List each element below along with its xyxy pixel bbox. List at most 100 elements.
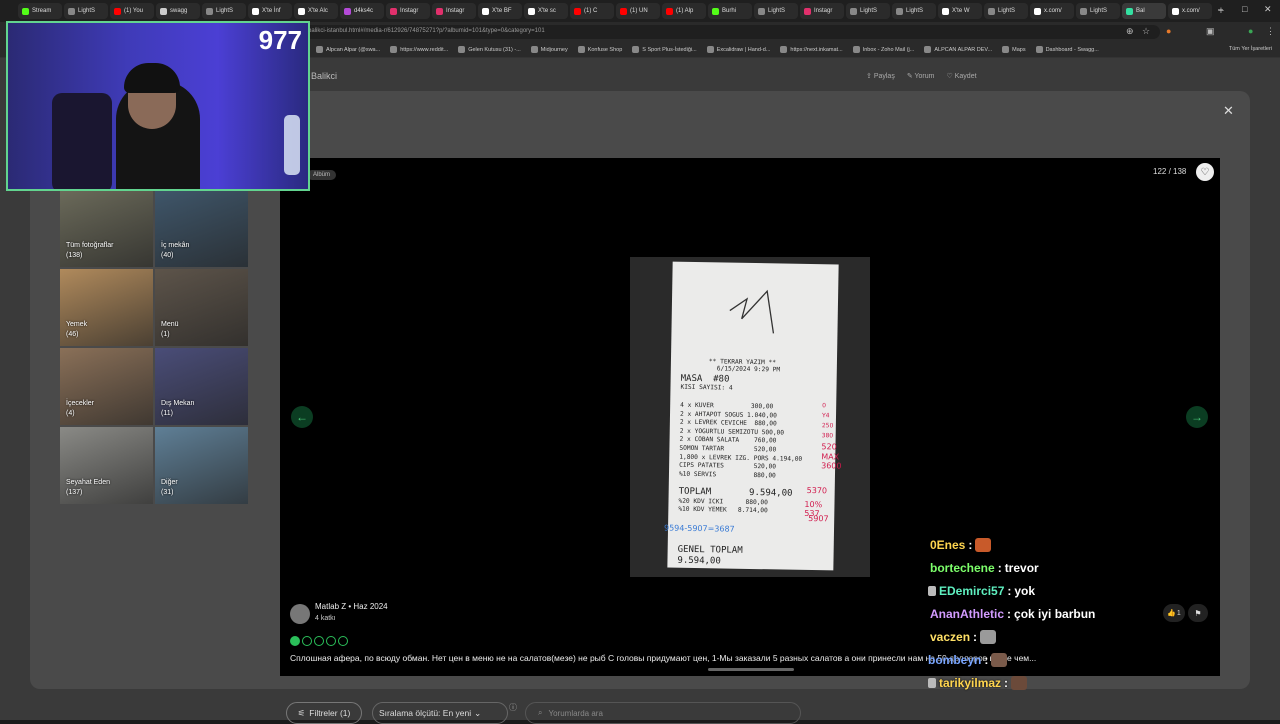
tab-label: Instagr	[400, 8, 419, 14]
tab-strip: Stream LightS (1) You swagg LightS X'te İnf X'…	[0, 0, 1280, 22]
browser-tab[interactable]: x.com/	[1168, 3, 1212, 19]
chat-emote-icon	[975, 538, 992, 552]
album-count: (4)	[66, 410, 75, 417]
tab-favicon-icon	[850, 7, 857, 15]
browser-tab[interactable]: X'te BF	[478, 3, 522, 19]
browser-tab[interactable]: LightS	[64, 3, 108, 19]
browser-tab[interactable]: x.com/	[1030, 3, 1074, 19]
bookmark-item[interactable]: https://www.reddit...	[390, 46, 448, 53]
extensions-puzzle-icon[interactable]: ▣	[1206, 26, 1215, 37]
bookmark-item[interactable]: S Sport Plus-İstediği...	[632, 46, 697, 53]
browser-tab[interactable]: X'te W	[938, 3, 982, 19]
album-count: (31)	[161, 489, 174, 496]
close-window-icon[interactable]: ✕	[1264, 4, 1272, 15]
browser-tab[interactable]: Stream	[18, 3, 62, 19]
bookmark-item[interactable]: Maps	[1002, 46, 1026, 53]
bookmark-item[interactable]: Excalidraw | Hand-d...	[706, 46, 771, 53]
chat-separator: :	[997, 561, 1002, 575]
avatar[interactable]	[290, 604, 310, 624]
browser-tab[interactable]: X'te Alc	[294, 3, 338, 19]
browser-tab[interactable]: LightS	[892, 3, 936, 19]
browser-tab[interactable]: Instagr	[386, 3, 430, 19]
chat-text: çok iyi barbun	[1014, 607, 1096, 621]
tab-label: X'te W	[952, 8, 970, 14]
reviewer-name[interactable]: Matlab Z • Haz 2024	[315, 602, 388, 611]
receipt-total: TOPLAM 9.594,00	[678, 486, 793, 499]
like-button[interactable]: 👍 1	[1163, 604, 1185, 622]
browser-tab[interactable]: LightS	[984, 3, 1028, 19]
album-thumbnail[interactable]: İçecekler (4)	[60, 348, 153, 425]
tab-label: d4ks4c	[354, 8, 374, 14]
next-photo-button[interactable]: →	[1186, 406, 1208, 428]
favorite-heart-icon[interactable]: ♡	[1196, 163, 1214, 181]
bookmark-item[interactable]: Inbox - Zoho Mail (j...	[852, 46, 914, 53]
save-button[interactable]: ♡ Kaydet	[947, 72, 977, 80]
browser-tab[interactable]: LightS	[1076, 3, 1120, 19]
tab-favicon-icon	[298, 7, 305, 15]
all-bookmarks-link[interactable]: Tüm Yer İşaretleri	[1229, 46, 1272, 52]
prev-photo-button[interactable]: ←	[291, 406, 313, 428]
info-icon[interactable]: ⓘ	[509, 702, 517, 713]
album-thumbnail[interactable]: Seyahat Eden (137)	[60, 427, 153, 504]
sort-select[interactable]: Sıralama ölçütü: En yeni ⌄	[372, 702, 508, 724]
bookmark-item[interactable]: Midjourney	[530, 46, 568, 53]
bookmark-label: Konfuse Shop	[587, 46, 623, 53]
bookmark-label: S Sport Plus-İstediği...	[642, 46, 697, 53]
bookmark-star-icon[interactable]: ☆	[1142, 26, 1150, 37]
review-search-input[interactable]: ⌕ Yorumlarda ara	[525, 702, 801, 724]
browser-tab[interactable]: Instagr	[432, 3, 476, 19]
album-count: (1)	[161, 331, 170, 338]
profile-avatar[interactable]: ●	[1248, 26, 1253, 36]
minimize-icon[interactable]: –	[1218, 4, 1223, 14]
browser-tab[interactable]: X'te İnf	[248, 3, 292, 19]
browser-tab[interactable]: (1) You	[110, 3, 154, 19]
album-thumbnail[interactable]: İç mekân (40)	[155, 190, 248, 267]
album-thumbnail[interactable]: Menü (1)	[155, 269, 248, 346]
browser-tab[interactable]: (1) Alp	[662, 3, 706, 19]
bookmark-item[interactable]: Alpcan Alpar (@swa...	[316, 46, 380, 53]
chat-separator: :	[1004, 676, 1009, 690]
bookmark-item[interactable]: ALPCAN ALPAR DEV...	[924, 46, 992, 53]
signature-scribble	[729, 289, 775, 334]
share-button[interactable]: ⇪ Paylaş	[866, 72, 895, 80]
bookmark-label: Excalidraw | Hand-d...	[716, 46, 771, 53]
album-thumbnail[interactable]: Dış Mekan (11)	[155, 348, 248, 425]
rating-bubble	[302, 636, 312, 646]
close-icon[interactable]: ✕	[1223, 103, 1234, 119]
browser-tab[interactable]: swagg	[156, 3, 200, 19]
browser-tab[interactable]: Bal	[1122, 3, 1166, 19]
album-thumbnail[interactable]: Tüm fotoğraflar (138)	[60, 190, 153, 267]
chat-separator: :	[973, 630, 978, 644]
scrollbar[interactable]	[708, 668, 794, 671]
browser-tab[interactable]: Instagr	[800, 3, 844, 19]
zoom-icon[interactable]: ⊕	[1126, 26, 1134, 37]
browser-tab[interactable]: LightS	[846, 3, 890, 19]
bookmark-item[interactable]: Gelen Kutusu (31) -...	[458, 46, 521, 53]
comment-button[interactable]: ✎ Yorum	[907, 72, 935, 80]
browser-tab[interactable]: LightS	[202, 3, 246, 19]
bookmark-favicon-icon	[632, 46, 640, 53]
browser-tab[interactable]: (1) C	[570, 3, 614, 19]
chevron-down-icon: ⌄	[474, 707, 482, 718]
report-flag-icon[interactable]: ⚑	[1188, 604, 1208, 622]
menu-dots-icon[interactable]: ⋮	[1266, 26, 1275, 37]
browser-tab[interactable]: (1) UN	[616, 3, 660, 19]
url-field[interactable]: balikci-istanbul.html#/media-r/612926/74…	[300, 25, 1160, 39]
filters-button[interactable]: ⚟ Filtreler (1)	[286, 702, 362, 724]
album-thumbnail[interactable]: Yemek (46)	[60, 269, 153, 346]
album-thumbnail[interactable]: Diğer (31)	[155, 427, 248, 504]
bookmark-item[interactable]: Konfuse Shop	[577, 46, 623, 53]
receipt-grand-value: 9.594,00	[677, 555, 721, 567]
maximize-icon[interactable]: □	[1242, 4, 1247, 14]
chat-message: bombeyn :	[928, 653, 1008, 667]
browser-tab[interactable]: X'te sc	[524, 3, 568, 19]
bookmark-item[interactable]: Dashboard - Swagg...	[1035, 46, 1099, 53]
tab-label: Stream	[32, 8, 52, 14]
extension-icon[interactable]: ●	[1166, 26, 1171, 36]
browser-tab[interactable]: Burhi	[708, 3, 752, 19]
tab-favicon-icon	[390, 7, 397, 15]
bookmark-item[interactable]: https://next.inkamat...	[780, 46, 843, 53]
browser-tab[interactable]: LightS	[754, 3, 798, 19]
bookmark-favicon-icon	[390, 46, 398, 53]
browser-tab[interactable]: d4ks4c	[340, 3, 384, 19]
